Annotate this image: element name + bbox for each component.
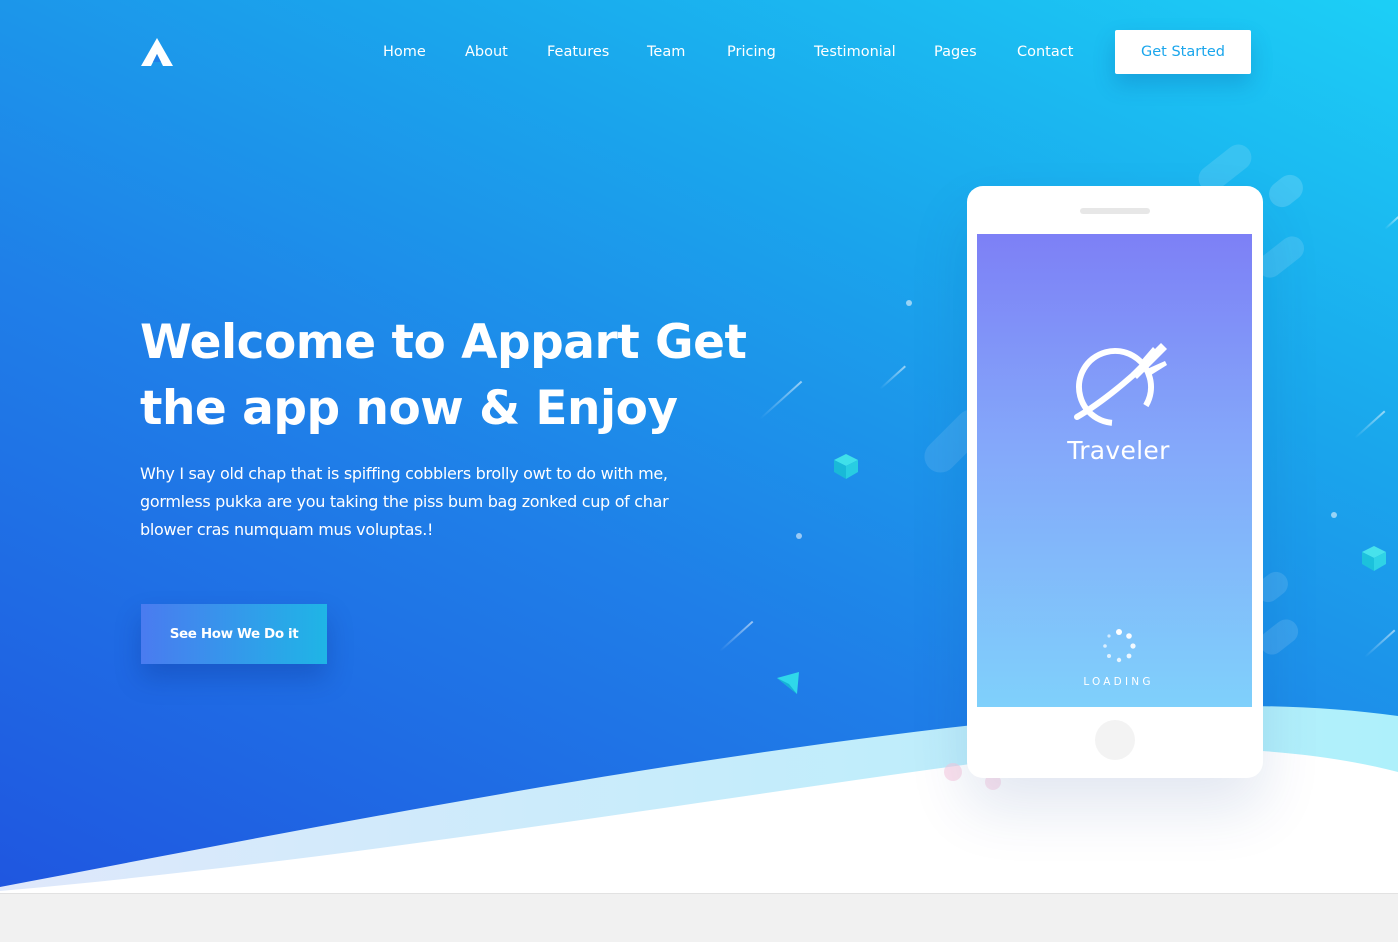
hero-title-line2: the app now & Enjoy (140, 381, 678, 436)
nav-item-about[interactable]: About (465, 40, 508, 64)
hero-title: Welcome to Appart Get the app now & Enjo… (140, 310, 780, 442)
loading-spinner-icon (1103, 629, 1136, 663)
decor-bubble (944, 763, 962, 781)
phone-speaker (1080, 208, 1150, 214)
phone-home-button (1095, 720, 1135, 760)
nav-item-home[interactable]: Home (383, 40, 426, 64)
app-name: Traveler (1067, 436, 1170, 465)
appart-logo-icon[interactable] (140, 36, 174, 68)
nav-item-pricing[interactable]: Pricing (727, 40, 776, 64)
hero-section: Home About Features Team Pricing Testimo… (0, 0, 1398, 893)
globe-plane-icon (1074, 343, 1167, 426)
get-started-button[interactable]: Get Started (1115, 30, 1251, 74)
nav-item-contact[interactable]: Contact (1017, 40, 1073, 64)
phone-mockup: Traveler LOADING (967, 186, 1263, 778)
see-how-button[interactable]: See How We Do it (141, 604, 327, 664)
loading-label: LOADING (1083, 676, 1154, 688)
nav-item-pages[interactable]: Pages (934, 40, 977, 64)
hero-title-line1: Welcome to Appart Get (140, 315, 747, 370)
phone-screen: Traveler LOADING (977, 234, 1252, 707)
nav-item-testimonial[interactable]: Testimonial (814, 40, 896, 64)
hero-description: Why I say old chap that is spiffing cobb… (140, 464, 669, 539)
nav-item-features[interactable]: Features (547, 40, 609, 64)
nav-item-team[interactable]: Team (647, 40, 685, 64)
next-section-strip (0, 893, 1398, 942)
